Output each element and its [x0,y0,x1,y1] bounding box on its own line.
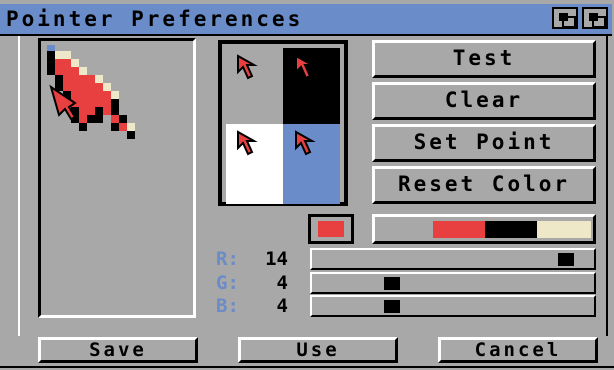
pointer-pixel[interactable] [79,83,87,91]
color-palette[interactable] [372,214,596,244]
pointer-pixel[interactable] [95,115,103,123]
pointer-arrow-icon [295,130,316,156]
green-slider-knob[interactable] [384,277,401,290]
pointer-pixel[interactable] [79,115,87,123]
current-color-fill [318,221,344,237]
hotspot-pixel[interactable] [47,45,55,51]
window-bottom-edge [0,366,614,368]
pointer-pixel[interactable] [103,83,111,91]
red-value: 14 [265,248,288,270]
pointer-pixel[interactable] [95,91,103,99]
green-label: G: [216,272,239,294]
pointer-pixel[interactable] [103,107,111,115]
pointer-pixel[interactable] [111,91,119,99]
window-right-edge [606,36,608,336]
pointer-pixel[interactable] [87,91,95,99]
pointer-pixel[interactable] [79,75,87,83]
pointer-pixel[interactable] [47,59,55,67]
clear-button[interactable]: Clear [372,82,596,120]
pointer-pixel[interactable] [87,107,95,115]
blue-value: 4 [276,295,288,317]
palette-color-cream[interactable] [537,221,591,238]
pointer-pixel[interactable] [95,99,103,107]
red-label: R: [216,248,239,270]
green-value: 4 [276,272,288,294]
pointer-pixel[interactable] [71,91,79,99]
blue-slider[interactable] [310,295,596,317]
blue-label: B: [216,295,239,317]
pointer-pixel[interactable] [103,99,111,107]
pointer-pixel[interactable] [63,83,71,91]
reset-color-button[interactable]: Reset Color [372,166,596,204]
window-left-edge [18,36,20,336]
pointer-pixel[interactable] [95,75,103,83]
pointer-pixel[interactable] [55,51,63,59]
zoom-gadget-icon[interactable] [552,7,578,29]
depth-gadget-icon[interactable] [582,7,608,29]
pointer-pixel[interactable] [63,59,71,67]
pointer-pixel[interactable] [47,67,55,75]
pointer-pixel[interactable] [79,123,87,131]
pointer-pixel-canvas[interactable] [41,41,193,315]
pointer-pixel[interactable] [127,123,135,131]
pointer-pixel[interactable] [71,67,79,75]
pointer-pixel[interactable] [71,75,79,83]
pointer-pixel[interactable] [79,67,87,75]
pointer-pixel[interactable] [47,51,55,59]
pointer-pixel[interactable] [87,99,95,107]
red-slider[interactable] [310,248,596,270]
palette-color-black[interactable] [485,221,537,238]
pointer-pixel[interactable] [79,91,87,99]
pointer-pixel[interactable] [87,75,95,83]
current-color-swatch[interactable] [308,214,354,244]
pointer-pixel[interactable] [119,123,127,131]
pointer-pixel[interactable] [55,59,63,67]
pointer-arrow-icon [237,130,258,156]
pointer-preview-box [218,40,348,206]
pointer-pixel[interactable] [127,131,135,139]
window-title: Pointer Preferences [6,7,304,31]
red-slider-knob[interactable] [557,253,574,266]
pointer-pixel[interactable] [119,115,127,123]
pointer-pixel[interactable] [55,75,63,83]
pointer-pixel[interactable] [63,51,71,59]
test-button[interactable]: Test [372,40,596,78]
pointer-arrow-icon [237,54,258,80]
palette-color-red[interactable] [433,221,485,238]
pointer-pixel[interactable] [79,99,87,107]
pointer-pixel[interactable] [87,83,95,91]
pointer-pixel[interactable] [111,107,119,115]
pointer-pixel[interactable] [103,91,111,99]
pointer-pixel[interactable] [111,99,119,107]
pointer-preferences-window: Pointer Preferences Test Clear Set Point… [0,0,614,370]
pointer-pixel[interactable] [111,123,119,131]
set-point-button[interactable]: Set Point [372,124,596,162]
pointer-pixel[interactable] [111,115,119,123]
pointer-pixel[interactable] [95,83,103,91]
pointer-pixel[interactable] [71,83,79,91]
pointer-pixel[interactable] [95,107,103,115]
pointer-pixel[interactable] [55,67,63,75]
pointer-edit-grid[interactable] [38,38,196,318]
pointer-pixel[interactable] [79,107,87,115]
pointer-pixel[interactable] [71,59,79,67]
green-slider[interactable] [310,272,596,294]
cancel-button[interactable]: Cancel [438,337,598,363]
use-button[interactable]: Use [238,337,398,363]
pointer-pixel[interactable] [63,67,71,75]
blue-slider-knob[interactable] [384,300,401,313]
pointer-arrow-icon [295,54,316,80]
pointer-pixel[interactable] [63,75,71,83]
pointer-pixel[interactable] [87,115,95,123]
save-button[interactable]: Save [38,337,198,363]
title-bar[interactable]: Pointer Preferences [0,4,612,36]
